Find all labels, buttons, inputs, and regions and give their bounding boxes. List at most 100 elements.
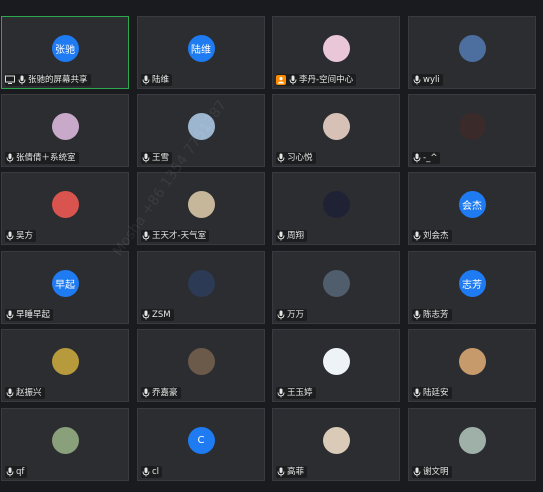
participant-name: 陈志芳: [423, 310, 449, 320]
participant-tile[interactable]: 李丹-空间中心: [272, 16, 400, 89]
microphone-icon[interactable]: [276, 153, 285, 164]
microphone-icon[interactable]: [276, 231, 285, 242]
participant-name: 谢文明: [423, 467, 449, 477]
participant-name: -_^: [423, 153, 438, 163]
participant-tile[interactable]: 志芳 陈志芳: [408, 251, 536, 324]
name-bar: 王玉婷: [276, 387, 316, 399]
microphone-icon[interactable]: [412, 467, 421, 478]
participant-tile[interactable]: 吴方: [1, 172, 129, 245]
name-bar: 习心悦: [276, 152, 316, 164]
name-bar: 李丹-空间中心: [276, 74, 357, 86]
microphone-icon[interactable]: [5, 153, 14, 164]
microphone-icon[interactable]: [5, 388, 14, 399]
name-bar: -_^: [412, 152, 441, 164]
microphone-icon[interactable]: [141, 310, 150, 321]
name-bar: 刘会杰: [412, 230, 452, 242]
participant-tile[interactable]: 陆维 陆维: [137, 16, 265, 89]
avatar: [458, 347, 486, 375]
participant-tile[interactable]: 陆廷安: [408, 329, 536, 402]
avatar: [187, 269, 215, 297]
name-bar: ZSM: [141, 309, 174, 321]
avatar: [51, 426, 79, 454]
name-bar: qf: [5, 466, 28, 478]
avatar: [322, 347, 350, 375]
screen-share-icon: [5, 75, 15, 85]
name-bar: 张驰的屏幕共享: [5, 74, 91, 86]
microphone-icon[interactable]: [141, 231, 150, 242]
microphone-icon[interactable]: [276, 467, 285, 478]
participant-name: 万万: [287, 310, 305, 320]
avatar: [187, 112, 215, 140]
participant-tile[interactable]: -_^: [408, 94, 536, 167]
microphone-icon[interactable]: [141, 153, 150, 164]
participant-tile[interactable]: 习心悦: [272, 94, 400, 167]
name-bar: 王雪: [141, 152, 173, 164]
name-bar: 张倩倩＋系统室: [5, 152, 79, 164]
participant-name: 陆廷安: [423, 388, 449, 398]
participant-name: 张倩倩＋系统室: [16, 153, 76, 163]
participant-tile[interactable]: qf: [1, 408, 129, 481]
microphone-icon[interactable]: [412, 388, 421, 399]
microphone-icon[interactable]: [141, 388, 150, 399]
participant-name: 李丹-空间中心: [299, 75, 354, 85]
participant-name: 赵振兴: [16, 388, 42, 398]
avatar: [322, 112, 350, 140]
name-bar: 赵振兴: [5, 387, 45, 399]
participant-tile[interactable]: 谢文明: [408, 408, 536, 481]
microphone-icon[interactable]: [412, 75, 421, 86]
microphone-icon[interactable]: [5, 467, 14, 478]
name-bar: 谢文明: [412, 466, 452, 478]
participant-name: 周翔: [287, 231, 305, 241]
avatar: [458, 112, 486, 140]
microphone-icon[interactable]: [17, 75, 26, 86]
microphone-icon[interactable]: [412, 153, 421, 164]
participant-tile[interactable]: 赵振兴: [1, 329, 129, 402]
microphone-icon[interactable]: [5, 310, 14, 321]
participant-tile[interactable]: 高菲: [272, 408, 400, 481]
microphone-icon[interactable]: [141, 467, 150, 478]
name-bar: 周翔: [276, 230, 308, 242]
participant-tile[interactable]: 王天才-天气室: [137, 172, 265, 245]
participant-tile[interactable]: 张驰 张驰的屏幕共享: [1, 16, 129, 89]
participant-tile[interactable]: 会杰 刘会杰: [408, 172, 536, 245]
avatar: C: [187, 426, 215, 454]
microphone-icon[interactable]: [412, 310, 421, 321]
avatar: [458, 34, 486, 62]
avatar: 早起: [51, 269, 79, 297]
avatar: [322, 426, 350, 454]
microphone-icon[interactable]: [288, 75, 297, 86]
microphone-icon[interactable]: [141, 75, 150, 86]
avatar: [187, 347, 215, 375]
participant-tile[interactable]: ZSM: [137, 251, 265, 324]
participant-name: wyli: [423, 75, 440, 85]
name-bar: cl: [141, 466, 163, 478]
participant-tile[interactable]: 万万: [272, 251, 400, 324]
microphone-icon[interactable]: [276, 388, 285, 399]
avatar: [322, 269, 350, 297]
name-bar: 早睡早起: [5, 309, 54, 321]
microphone-icon[interactable]: [276, 310, 285, 321]
avatar: [51, 347, 79, 375]
participant-tile[interactable]: 周翔: [272, 172, 400, 245]
participant-tile[interactable]: 王雪: [137, 94, 265, 167]
avatar: [51, 190, 79, 218]
participant-tile[interactable]: 张倩倩＋系统室: [1, 94, 129, 167]
participant-tile[interactable]: 王玉婷: [272, 329, 400, 402]
microphone-icon[interactable]: [412, 231, 421, 242]
avatar: 陆维: [187, 34, 215, 62]
name-bar: 陆维: [141, 74, 173, 86]
participant-tile[interactable]: 乔嘉豪: [137, 329, 265, 402]
avatar: [322, 190, 350, 218]
participant-name: 刘会杰: [423, 231, 449, 241]
participant-tile[interactable]: wyli: [408, 16, 536, 89]
participant-name: 陆维: [152, 75, 170, 85]
participant-tile[interactable]: Ccl: [137, 408, 265, 481]
name-bar: 万万: [276, 309, 308, 321]
participant-name: 习心悦: [287, 153, 313, 163]
participant-tile[interactable]: 早起早睡早起: [1, 251, 129, 324]
name-bar: 乔嘉豪: [141, 387, 181, 399]
participant-name: 王雪: [152, 153, 170, 163]
name-bar: 吴方: [5, 230, 37, 242]
avatar: [458, 426, 486, 454]
microphone-icon[interactable]: [5, 231, 14, 242]
